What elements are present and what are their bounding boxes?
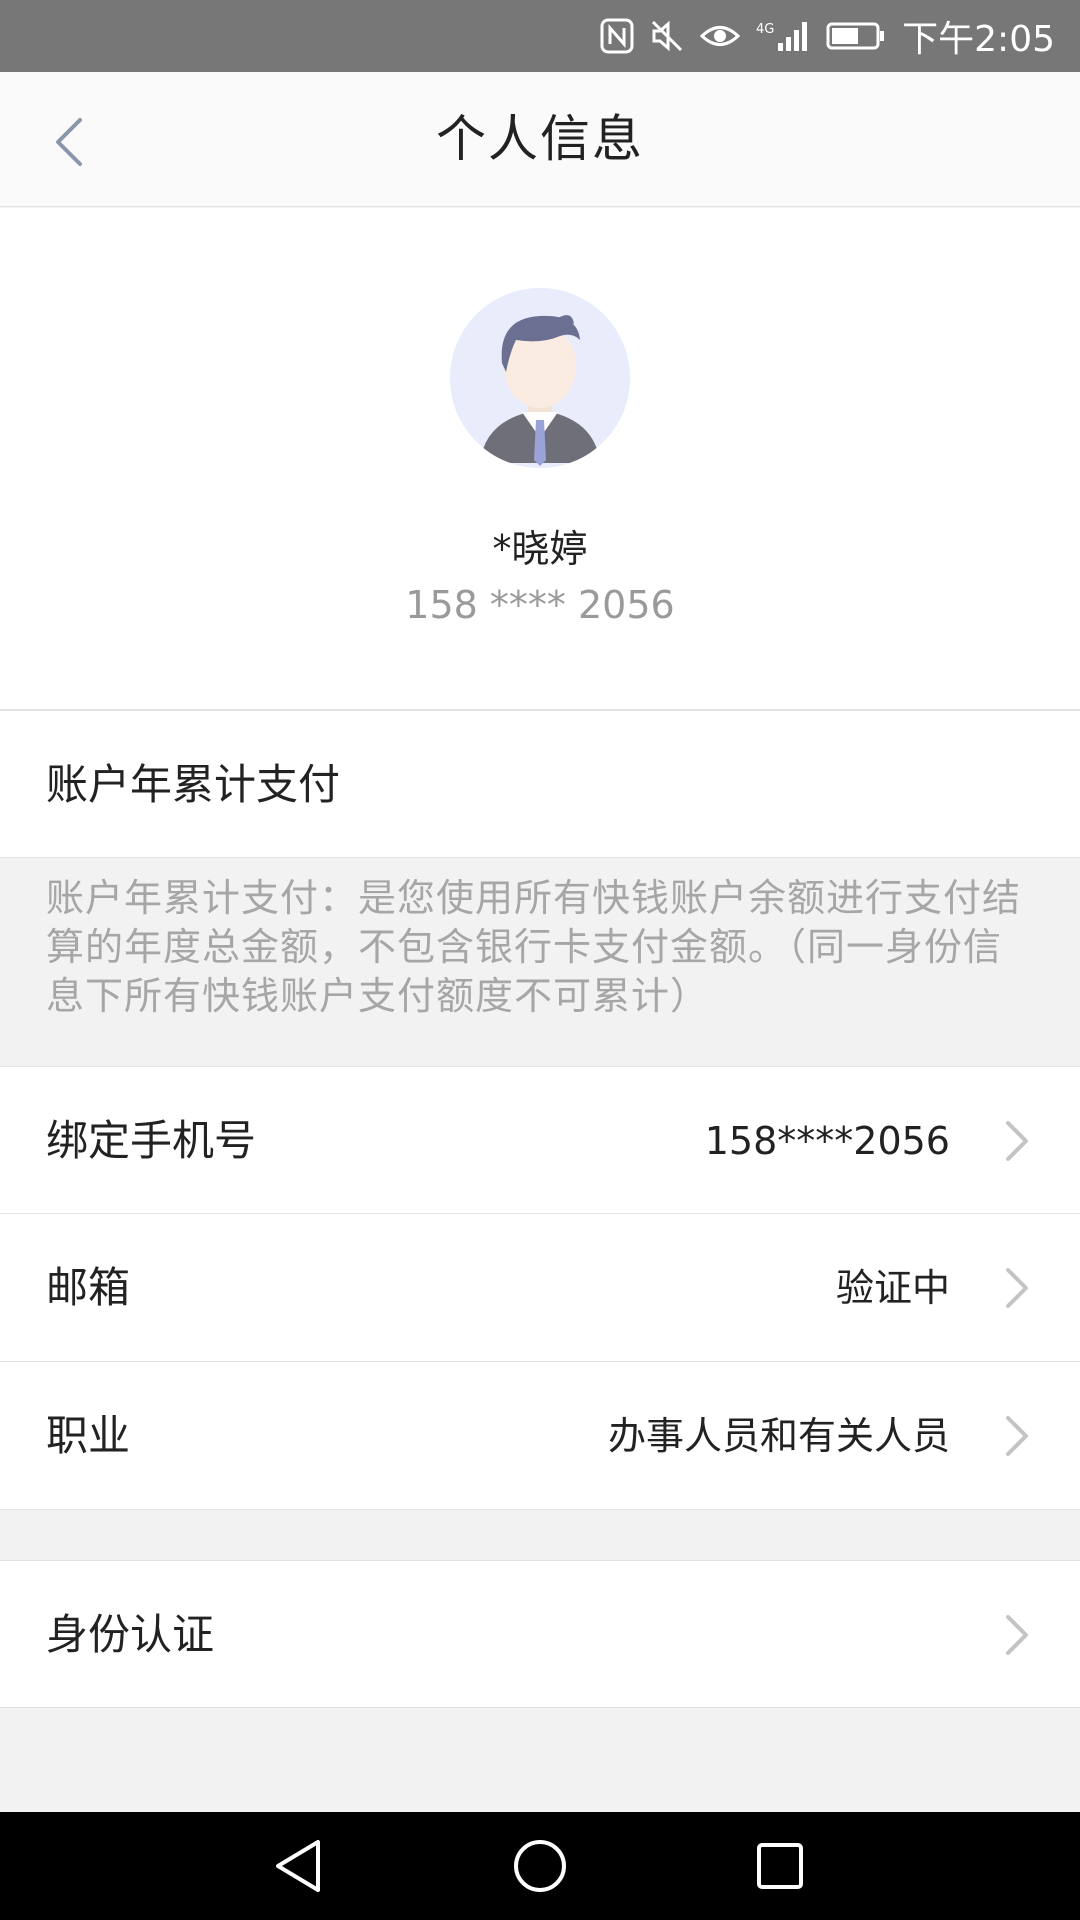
identity-verification-row[interactable]: 身份认证 (0, 1560, 1080, 1708)
chevron-right-icon (1006, 1268, 1028, 1308)
system-nav-bar (0, 1812, 1080, 1920)
chevron-left-icon (56, 118, 82, 166)
recents-square-icon[interactable] (750, 1836, 810, 1896)
annual-payment-description: 账户年累计支付：是您使用所有快钱账户余额进行支付结算的年度总金额，不包含银行卡支… (0, 860, 1080, 1066)
status-time: 下午2:05 (902, 19, 1055, 60)
user-phone: 158 **** 2056 (405, 583, 675, 627)
signal-4g-icon: 4G (756, 22, 808, 51)
occupation-row[interactable]: 职业 办事人员和有关人员 (0, 1362, 1080, 1510)
annual-payment-row[interactable]: 账户年累计支付 (0, 710, 1080, 858)
bound-phone-row[interactable]: 绑定手机号 158****2056 (0, 1066, 1080, 1214)
profile-card: *晓婷 158 **** 2056 (0, 208, 1080, 710)
battery-icon (826, 22, 885, 50)
identity-verification-label: 身份认证 (46, 1610, 215, 1659)
email-label: 邮箱 (46, 1263, 131, 1312)
back-button[interactable] (30, 102, 110, 182)
page-title: 个人信息 (436, 110, 644, 168)
occupation-value: 办事人员和有关人员 (607, 1414, 950, 1458)
chevron-right-icon (1006, 1615, 1028, 1655)
email-value: 验证中 (835, 1266, 950, 1310)
nav-bar: 个人信息 (0, 72, 1080, 207)
chevron-right-icon (1006, 1121, 1028, 1161)
occupation-label: 职业 (46, 1411, 131, 1460)
back-triangle-icon[interactable] (270, 1836, 330, 1896)
user-name: *晓婷 (492, 527, 588, 571)
mute-icon (652, 20, 683, 52)
bound-phone-label: 绑定手机号 (46, 1116, 257, 1165)
email-row[interactable]: 邮箱 验证中 (0, 1214, 1080, 1362)
status-bar: 4G 下午2:05 (0, 0, 1080, 72)
home-circle-icon[interactable] (510, 1836, 570, 1896)
default-avatar-icon (450, 288, 630, 468)
avatar[interactable] (450, 288, 630, 468)
eye-icon (700, 26, 741, 46)
svg-text:4G: 4G (756, 22, 774, 37)
annual-payment-label: 账户年累计支付 (46, 760, 341, 809)
nfc-icon (600, 18, 634, 54)
bound-phone-value: 158****2056 (704, 1119, 950, 1163)
chevron-right-icon (1006, 1416, 1028, 1456)
